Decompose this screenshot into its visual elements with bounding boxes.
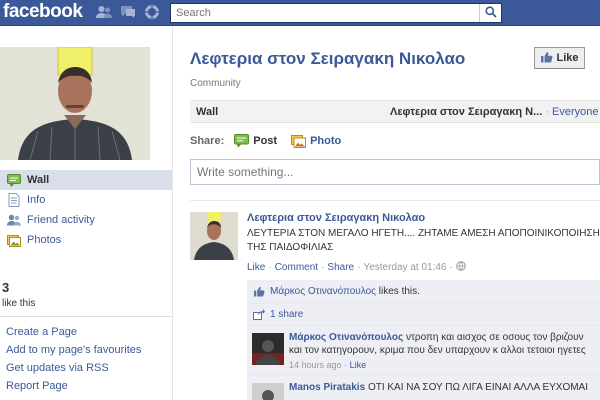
nav-item-label: Photos — [27, 234, 62, 246]
wall-composer-input[interactable] — [190, 159, 600, 185]
friends-icon — [7, 213, 21, 227]
comment-like-link[interactable]: Like — [350, 360, 367, 370]
facebook-logo[interactable]: facebook — [3, 1, 83, 23]
comment-meta: 14 hours ago · Like — [289, 359, 599, 372]
commenter-avatar[interactable] — [252, 333, 284, 365]
comment-item: Manos Piratakis ΟΤΙ ΚΑΙ ΝΑ ΣΟΥ ΠΩ ΛΙΓΑ Ε… — [247, 376, 600, 400]
story-timestamp[interactable]: Yesterday at 01:46 — [363, 262, 446, 273]
nav-item-label: Wall — [27, 174, 50, 186]
share-bar: Share: Post Photo — [190, 134, 355, 148]
nav-item-wall[interactable]: Wall — [0, 170, 172, 190]
thumbs-up-icon — [253, 286, 265, 297]
page-category: Community — [190, 78, 241, 89]
nav-item-label: Info — [27, 194, 46, 206]
photos-icon — [7, 233, 21, 247]
sidebar-divider — [0, 316, 172, 317]
notification-jewels — [95, 4, 161, 20]
separator-dot: · — [321, 262, 325, 273]
story-share-link[interactable]: Share — [327, 262, 354, 273]
rss-updates-link[interactable]: Get updates via RSS — [6, 359, 141, 377]
separator-dot: · — [449, 262, 453, 273]
nav-item-info[interactable]: Info — [0, 190, 172, 210]
search-icon — [484, 5, 497, 21]
thumbs-up-icon — [540, 51, 553, 66]
comment-body: Manos Piratakis ΟΤΙ ΚΑΙ ΝΑ ΣΟΥ ΠΩ ΛΙΓΑ Ε… — [289, 381, 599, 394]
share-post-tab[interactable]: Post — [234, 134, 277, 148]
search-button[interactable] — [479, 4, 501, 22]
story-author-name[interactable]: Λεφτερια στον Σειραγακη Νικολαο — [247, 212, 425, 224]
share-photo-label: Photo — [310, 135, 342, 147]
comment-item: Μάρκος Οτινανόπουλος ντροπη και αισχος σ… — [247, 326, 600, 376]
wall-icon — [7, 173, 21, 187]
likes-suffix: likes this. — [378, 286, 420, 297]
story-like-link[interactable]: Like — [247, 262, 265, 273]
photo-icon — [291, 134, 307, 148]
messages-icon[interactable] — [119, 4, 137, 20]
like-button-label: Like — [556, 52, 579, 64]
story-actions: Like · Comment · Share · Yesterday at 01… — [247, 261, 466, 274]
wall-tab[interactable]: Wall — [196, 106, 218, 118]
story-author-avatar[interactable] — [190, 212, 238, 260]
share-photo-tab[interactable]: Photo — [291, 134, 341, 148]
nav-item-label: Friend activity — [27, 214, 95, 226]
story-likes-line: Μάρκος Οτινανόπουλος likes this. — [247, 280, 600, 304]
page-likes-count[interactable]: 3 — [2, 280, 9, 295]
share-post-label: Post — [253, 135, 278, 147]
wall-filter-page[interactable]: Λεφτερια στον Σειραγακη N... — [390, 106, 542, 118]
feed-divider — [190, 200, 600, 201]
share-icon — [253, 309, 265, 320]
search-box — [170, 3, 502, 23]
wall-filter-everyone[interactable]: Everyone — [552, 106, 598, 118]
like-page-button[interactable]: Like — [534, 47, 585, 69]
story-message: ΛΕΥΤΕΡΙΑ ΣΤΟΝ ΜΕΓΑΛΟ ΗΓΕΤΗ.... ΖΗΤΑΜΕ ΑΜ… — [247, 228, 600, 253]
shares-count-link[interactable]: 1 share — [270, 309, 303, 320]
separator-dot: · — [545, 106, 549, 118]
search-input[interactable] — [171, 4, 479, 22]
page-likes-label: like this — [2, 298, 36, 309]
commenter-avatar[interactable] — [252, 383, 284, 400]
liker-name-link[interactable]: Μάρκος Οτινανόπουλος — [270, 286, 376, 297]
globe-icon — [456, 261, 466, 274]
comment-timestamp[interactable]: 14 hours ago — [289, 360, 342, 370]
page-title[interactable]: Λεφτερια στον Σειραγακη Νικολαο — [190, 49, 465, 69]
separator-dot: · — [357, 262, 361, 273]
wall-filter: Λεφτερια στον Σειραγακη N... · Everyone — [390, 106, 598, 118]
column-divider — [172, 26, 173, 400]
wall-header: Wall Λεφτερια στον Σειραγακη N... · Everyo… — [190, 100, 600, 123]
report-page-link[interactable]: Report Page — [6, 377, 141, 395]
add-to-favourites-link[interactable]: Add to my page's favourites — [6, 341, 141, 359]
share-label: Share: — [190, 135, 225, 147]
nav-item-friend-activity[interactable]: Friend activity — [0, 210, 172, 230]
status-post-icon — [234, 134, 250, 148]
create-page-link[interactable]: Create a Page — [6, 323, 141, 341]
page-left-nav: Wall Info Friend activity Photos — [0, 170, 172, 250]
page-actions-list: Create a Page Add to my page's favourite… — [6, 323, 141, 395]
story-comment-link[interactable]: Comment — [275, 262, 318, 273]
top-bar: facebook — [0, 0, 600, 26]
comment-text: ΟΤΙ ΚΑΙ ΝΑ ΣΟΥ ΠΩ ΛΙΓΑ ΕΙΝΑΙ ΑΛΛΑ ΕΥΧΟΜΑ… — [367, 382, 589, 393]
notifications-icon[interactable] — [143, 4, 161, 20]
friend-requests-icon[interactable] — [95, 4, 113, 20]
info-icon — [7, 193, 21, 207]
separator-dot: · — [268, 262, 272, 273]
profile-picture[interactable] — [0, 47, 150, 160]
comment-author-link[interactable]: Manos Piratakis — [289, 382, 365, 393]
comment-body: Μάρκος Οτινανόπουλος ντροπη και αισχος σ… — [289, 331, 599, 372]
nav-item-photos[interactable]: Photos — [0, 230, 172, 250]
story-feedback: Μάρκος Οτινανόπουλος likes this. 1 share… — [247, 280, 600, 400]
comment-author-link[interactable]: Μάρκος Οτινανόπουλος — [289, 332, 403, 343]
story-shares-line: 1 share — [247, 304, 600, 326]
